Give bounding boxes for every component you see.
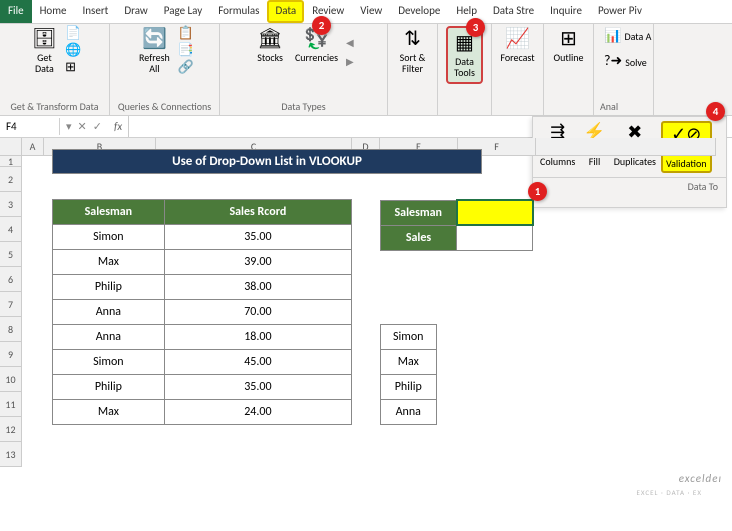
list-item[interactable]: Philip: [381, 375, 437, 400]
annotation-callout: 2: [312, 16, 331, 35]
stocks-icon: 🏛: [257, 28, 282, 50]
fx-label[interactable]: fx: [108, 120, 128, 133]
watermark-sub: EXCEL · DATA · EX: [637, 488, 703, 497]
chevron-left-icon[interactable]: ◀: [346, 36, 354, 49]
data-analysis-button[interactable]: 📊Data A: [600, 26, 680, 47]
forecast-button[interactable]: 📈Forecast: [496, 26, 538, 65]
properties-icon[interactable]: 📑: [178, 43, 194, 58]
tab-home[interactable]: Home: [32, 0, 75, 23]
tab-draw[interactable]: Draw: [116, 0, 155, 23]
database-icon: 🗄: [32, 28, 57, 50]
select-all-corner[interactable]: [0, 138, 22, 156]
row-header[interactable]: 7: [0, 292, 22, 317]
solver-icon: ?➜: [604, 53, 622, 68]
col-header[interactable]: A: [22, 138, 44, 156]
tab-view[interactable]: View: [352, 0, 390, 23]
name-box[interactable]: F4: [0, 118, 60, 135]
row-header[interactable]: 5: [0, 242, 22, 267]
cancel-icon[interactable]: ✕: [78, 120, 87, 133]
tab-formulas[interactable]: Formulas: [210, 0, 267, 23]
row-header[interactable]: 2: [0, 167, 22, 192]
tab-developer[interactable]: Develope: [390, 0, 448, 23]
ribbon: 🗄Get Data 📄 🌐 ⊞ Get & Transform Data 🔄Re…: [0, 24, 732, 116]
tab-insert[interactable]: Insert: [75, 0, 117, 23]
row-header[interactable]: 4: [0, 217, 22, 242]
from-text-icon[interactable]: 📄: [65, 26, 81, 41]
annotation-callout: 4: [706, 102, 725, 121]
col-header[interactable]: [536, 138, 716, 156]
tab-file[interactable]: File: [0, 0, 32, 23]
row-header[interactable]: 1: [0, 156, 22, 167]
lookup-label: Sales: [381, 225, 457, 250]
row-header[interactable]: 8: [0, 317, 22, 342]
group-label: Data Types: [281, 100, 325, 113]
sort-filter-icon: ⇅: [404, 28, 421, 50]
worksheet: 1 2 3 4 5 6 7 8 9 10 11 12 13 ABCDEF Use…: [0, 138, 732, 467]
tab-data[interactable]: Data: [267, 0, 304, 23]
col-header: Salesman: [53, 200, 165, 225]
list-item[interactable]: Simon: [381, 325, 437, 350]
table-row: Simon45.00: [53, 350, 352, 375]
chevron-right-icon[interactable]: ▶: [346, 55, 354, 68]
group-label: Get & Transform Data: [10, 100, 98, 113]
ribbon-tabs: File Home Insert Draw Page Lay Formulas …: [0, 0, 732, 24]
from-table-icon[interactable]: ⊞: [65, 60, 81, 75]
refresh-icon: 🔄: [142, 28, 167, 50]
row-header[interactable]: 3: [0, 192, 22, 217]
list-item[interactable]: Anna: [381, 400, 437, 425]
lookup-label: Salesman: [381, 200, 457, 225]
table-row: Simon35.00: [53, 225, 352, 250]
names-list: Simon Max Philip Anna: [380, 324, 437, 425]
table-row: Philip38.00: [53, 275, 352, 300]
tab-page-layout[interactable]: Page Lay: [156, 0, 210, 23]
data-table: SalesmanSales Rcord Simon35.00 Max39.00 …: [52, 199, 352, 425]
col-header: Sales Rcord: [164, 200, 351, 225]
outline-button[interactable]: ⊞Outline: [549, 26, 587, 65]
table-row: Anna18.00: [53, 325, 352, 350]
lookup-panel: Salesman Sales: [380, 199, 534, 251]
from-web-icon[interactable]: 🌐: [65, 43, 81, 58]
queries-icon[interactable]: 📋: [178, 26, 194, 41]
tab-power-pivot[interactable]: Power Piv: [590, 0, 650, 23]
sales-output-cell[interactable]: [457, 225, 533, 250]
salesman-input-cell[interactable]: [457, 200, 533, 225]
group-label: Anal: [600, 100, 618, 113]
watermark: exceldeı: [679, 472, 722, 485]
solver-button[interactable]: ?➜Solve: [600, 51, 680, 72]
annotation-callout: 1: [528, 182, 547, 201]
sort-filter-button[interactable]: ⇅Sort & Filter: [396, 26, 430, 76]
row-header[interactable]: 11: [0, 392, 22, 417]
confirm-icon[interactable]: ✓: [93, 120, 102, 133]
sheet-title: Use of Drop-Down List in VLOOKUP: [52, 149, 482, 174]
row-header[interactable]: 12: [0, 417, 22, 442]
table-row: Max24.00: [53, 400, 352, 425]
row-header[interactable]: 13: [0, 442, 22, 467]
row-header[interactable]: 9: [0, 342, 22, 367]
stocks-button[interactable]: 🏛Stocks: [253, 26, 287, 65]
forecast-icon: 📈: [505, 28, 530, 50]
row-header[interactable]: 6: [0, 267, 22, 292]
table-row: Anna70.00: [53, 300, 352, 325]
outline-icon: ⊞: [560, 28, 577, 50]
get-data-button[interactable]: 🗄Get Data: [28, 26, 61, 76]
analysis-icon: 📊: [604, 28, 621, 43]
row-header[interactable]: 10: [0, 367, 22, 392]
namebox-dropdown-icon[interactable]: ▾: [66, 120, 72, 133]
table-row: Philip35.00: [53, 375, 352, 400]
tab-data-streamer[interactable]: Data Stre: [485, 0, 542, 23]
annotation-callout: 3: [466, 18, 485, 37]
refresh-all-button[interactable]: 🔄Refresh All: [135, 26, 174, 76]
list-item[interactable]: Max: [381, 350, 437, 375]
tab-inquire[interactable]: Inquire: [542, 0, 590, 23]
table-row: Max39.00: [53, 250, 352, 275]
edit-links-icon[interactable]: 🔗: [178, 60, 194, 75]
group-label: Queries & Connections: [118, 100, 211, 113]
